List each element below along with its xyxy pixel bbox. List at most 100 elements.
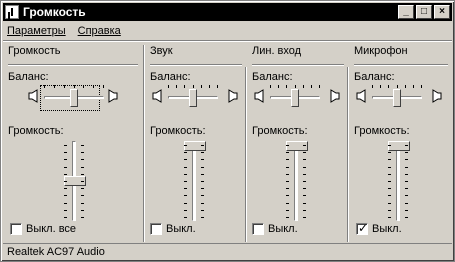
checkbox-box[interactable] <box>150 223 162 235</box>
volume-slider[interactable] <box>378 141 418 221</box>
slider-tick <box>201 166 204 168</box>
slider-tick <box>303 181 306 182</box>
checkbox-box[interactable] <box>252 223 264 235</box>
slider-tick <box>103 85 104 88</box>
slider-tick <box>184 195 187 197</box>
slider-tick <box>286 188 289 190</box>
header-line <box>252 64 344 66</box>
device-name: Realtek AC97 Audio <box>7 246 105 258</box>
mute-checkbox[interactable]: Выкл. <box>150 223 196 235</box>
right-speaker-icon <box>432 89 442 103</box>
left-speaker-icon <box>254 89 264 103</box>
volume-control-window: Громкость _ □ × Параметры Справка Громко… <box>0 0 455 262</box>
slider-tick <box>286 195 289 197</box>
slider-tick <box>286 159 289 161</box>
slider-tick <box>81 217 84 218</box>
volume-slider[interactable] <box>174 141 214 221</box>
mute-all-checkbox[interactable]: Выкл. все <box>10 223 76 235</box>
slider-tick <box>388 188 391 190</box>
slider-tick <box>201 188 204 190</box>
balance-thumb[interactable] <box>70 89 78 107</box>
balance-slider[interactable] <box>270 85 320 108</box>
mute-checkbox[interactable]: Выкл. <box>356 221 402 235</box>
slider-tick <box>208 85 210 88</box>
slider-tick <box>388 152 391 154</box>
title-bar[interactable]: Громкость _ □ × <box>3 3 452 21</box>
slider-tick <box>286 85 288 88</box>
slider-tick <box>184 159 187 161</box>
slider-tick <box>184 202 187 204</box>
slider-tick <box>388 85 390 88</box>
slider-tick <box>286 166 289 168</box>
mute-all-label: Выкл. все <box>26 223 77 235</box>
slider-tick <box>44 85 45 88</box>
slider-tick <box>286 209 289 211</box>
mute-label: Выкл. <box>372 223 402 235</box>
close-button[interactable]: × <box>434 5 450 19</box>
slider-tick <box>286 202 289 204</box>
speaker-app-icon <box>5 5 19 19</box>
slider-tick <box>201 181 204 182</box>
slider-tick <box>184 145 187 146</box>
menu-options[interactable]: Параметры <box>7 25 66 37</box>
slider-tick <box>81 209 84 211</box>
checkbox-box[interactable] <box>10 223 22 235</box>
left-speaker-icon <box>28 89 38 103</box>
volume-label: Громкость: <box>150 125 206 137</box>
volume-slider[interactable] <box>276 141 316 221</box>
slider-tick <box>81 159 84 161</box>
slider-tick <box>405 181 408 182</box>
slider-tick <box>81 188 84 190</box>
mute-label: Выкл. <box>268 223 298 235</box>
balance-thumb[interactable] <box>393 89 401 107</box>
slider-tick <box>303 166 306 168</box>
slider-tick <box>388 166 391 168</box>
wave-column: Звук Баланс: Громкость: Выкл. <box>146 45 246 240</box>
right-speaker-icon <box>108 89 118 103</box>
window-title: Громкость <box>23 5 86 19</box>
slider-tick <box>388 159 391 161</box>
menu-separator <box>3 40 452 42</box>
balance-label: Баланс: <box>252 71 293 83</box>
balance-slider[interactable] <box>44 85 104 108</box>
slider-tick <box>64 159 67 161</box>
balance-thumb[interactable] <box>189 89 197 107</box>
menu-help[interactable]: Справка <box>78 25 121 37</box>
slider-tick <box>405 152 408 154</box>
balance-slider[interactable] <box>168 85 218 108</box>
slider-tick <box>201 173 204 175</box>
slider-tick <box>184 85 186 88</box>
slider-tick <box>388 181 391 182</box>
slider-tick <box>64 152 67 154</box>
slider-tick <box>64 145 67 146</box>
volume-thumb[interactable] <box>184 141 206 151</box>
slider-tick <box>405 159 408 161</box>
balance-thumb[interactable] <box>291 89 299 107</box>
maximize-button[interactable]: □ <box>416 5 432 19</box>
slider-tick <box>303 202 306 204</box>
slider-tick <box>405 166 408 168</box>
mute-checkbox[interactable]: Выкл. <box>252 223 298 235</box>
slider-tick <box>53 85 55 88</box>
volume-slider[interactable] <box>54 141 94 221</box>
checkbox-box-checked[interactable] <box>356 221 368 235</box>
slider-tick <box>184 181 187 182</box>
left-speaker-icon <box>356 89 366 103</box>
microphone-column: Микрофон Баланс: Громкость: Выкл. <box>350 45 452 240</box>
volume-label: Громкость: <box>354 125 410 137</box>
balance-slider[interactable] <box>372 85 422 108</box>
volume-thumb[interactable] <box>388 141 410 151</box>
slider-tick <box>405 209 408 211</box>
slider-tick <box>303 173 306 175</box>
slider-tick <box>201 195 204 197</box>
slider-tick <box>278 85 280 88</box>
slider-tick <box>81 181 84 182</box>
slider-tick <box>184 188 187 190</box>
minimize-button[interactable]: _ <box>398 5 414 19</box>
volume-thumb[interactable] <box>286 141 308 151</box>
slider-tick <box>388 202 391 204</box>
slider-tick <box>83 85 85 88</box>
slider-tick <box>217 85 218 88</box>
slider-tick <box>388 209 391 211</box>
slider-tick <box>405 195 408 197</box>
